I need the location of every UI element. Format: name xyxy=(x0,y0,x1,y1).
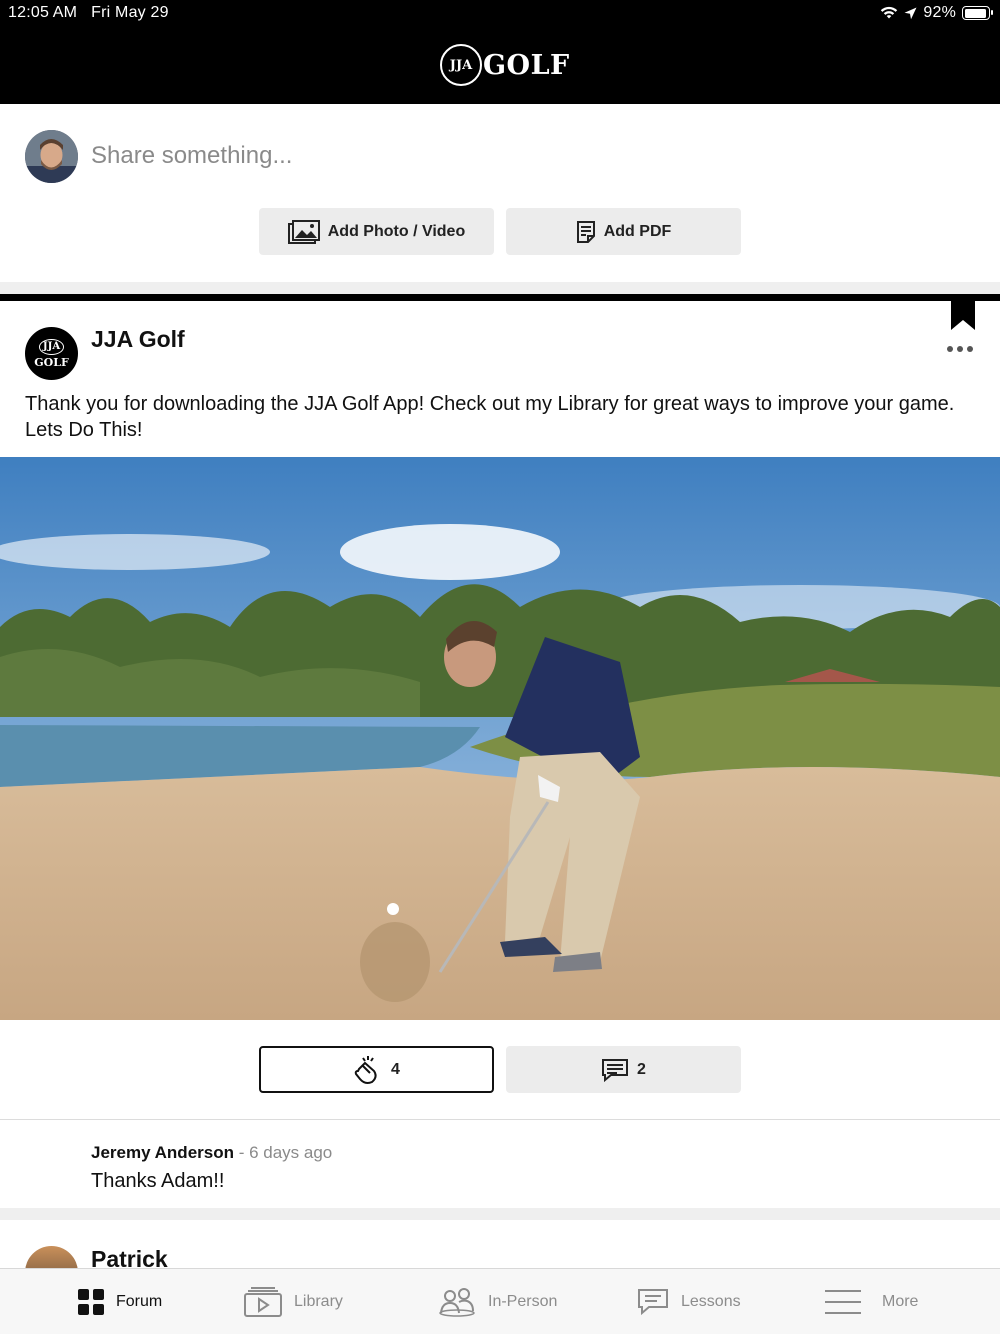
menu-icon xyxy=(825,1290,861,1314)
tab-in-person-label: In-Person xyxy=(488,1293,558,1310)
tab-library[interactable]: Library xyxy=(244,1269,343,1334)
post-body-text: Thank you for downloading the JJA Golf A… xyxy=(25,393,955,441)
status-date: Fri May 29 xyxy=(91,4,169,21)
tab-forum[interactable]: Forum xyxy=(78,1269,162,1334)
comment-author-name[interactable]: Jeremy Anderson xyxy=(91,1143,234,1162)
grid-icon xyxy=(78,1289,104,1315)
bookmark-icon[interactable] xyxy=(950,296,976,332)
avatar-badge-top: JJA xyxy=(38,338,65,355)
status-time: 12:05 AM xyxy=(8,4,78,21)
user-avatar[interactable] xyxy=(25,130,78,183)
post-composer: Share something... Add Photo / Video Add… xyxy=(0,104,1000,282)
tab-lessons[interactable]: Lessons xyxy=(637,1269,741,1334)
tab-lessons-label: Lessons xyxy=(681,1293,741,1310)
tab-more[interactable]: More xyxy=(824,1269,918,1334)
share-input[interactable]: Share something... xyxy=(91,142,292,170)
add-pdf-button[interactable]: Add PDF xyxy=(506,208,741,255)
logo-text: GOLF xyxy=(483,49,570,81)
battery-percent: 92% xyxy=(923,4,956,21)
tab-bar: Forum Library In-Person Lessons More xyxy=(0,1268,1000,1334)
document-icon xyxy=(576,220,595,243)
post-top-rule xyxy=(0,294,1000,301)
battery-icon xyxy=(962,6,993,20)
post-author-avatar[interactable]: JJA GOLF xyxy=(25,327,78,380)
app-logo: JJA GOLF xyxy=(440,44,570,86)
tab-more-label: More xyxy=(882,1293,919,1310)
avatar-badge-bottom: GOLF xyxy=(34,355,69,369)
add-photo-video-button[interactable]: Add Photo / Video xyxy=(259,208,494,255)
tab-forum-label: Forum xyxy=(116,1293,163,1310)
comment-timestamp: - 6 days ago xyxy=(233,1143,333,1162)
logo-badge: JJA xyxy=(440,44,482,86)
tab-in-person[interactable]: In-Person xyxy=(438,1269,557,1334)
divider xyxy=(0,1119,1000,1120)
add-photo-video-label: Add Photo / Video xyxy=(327,222,466,240)
clap-icon xyxy=(354,1055,377,1084)
wifi-icon xyxy=(881,6,898,19)
people-icon xyxy=(439,1288,475,1317)
comment-header: Jeremy Anderson - 6 days ago xyxy=(91,1143,332,1163)
section-gap xyxy=(0,1208,1000,1220)
app-screen: 12:05 AM Fri May 29 92% JJA GOLF Share s… xyxy=(0,0,1000,1334)
video-library-icon xyxy=(244,1287,282,1317)
clap-button[interactable]: 4 xyxy=(259,1046,494,1093)
comment-body: Thanks Adam!! xyxy=(91,1170,225,1192)
status-indicators: 92% xyxy=(880,4,993,22)
chat-icon xyxy=(638,1289,668,1316)
post-photo[interactable] xyxy=(0,457,1000,1020)
photo-icon xyxy=(287,219,320,244)
add-pdf-label: Add PDF xyxy=(603,222,672,240)
header-bar: 12:05 AM Fri May 29 92% JJA GOLF xyxy=(0,0,1000,104)
status-time-date: 12:05 AM Fri May 29 xyxy=(8,4,169,22)
comment-count: 2 xyxy=(637,1060,646,1078)
comment-button[interactable]: 2 xyxy=(506,1046,741,1093)
tab-library-label: Library xyxy=(294,1293,343,1310)
clap-count: 4 xyxy=(391,1060,400,1078)
post-author-name[interactable]: JJA Golf xyxy=(91,326,185,353)
location-arrow-icon xyxy=(904,7,917,19)
section-gap xyxy=(0,282,1000,294)
comment-icon xyxy=(602,1058,629,1082)
more-options-icon[interactable] xyxy=(947,346,973,352)
